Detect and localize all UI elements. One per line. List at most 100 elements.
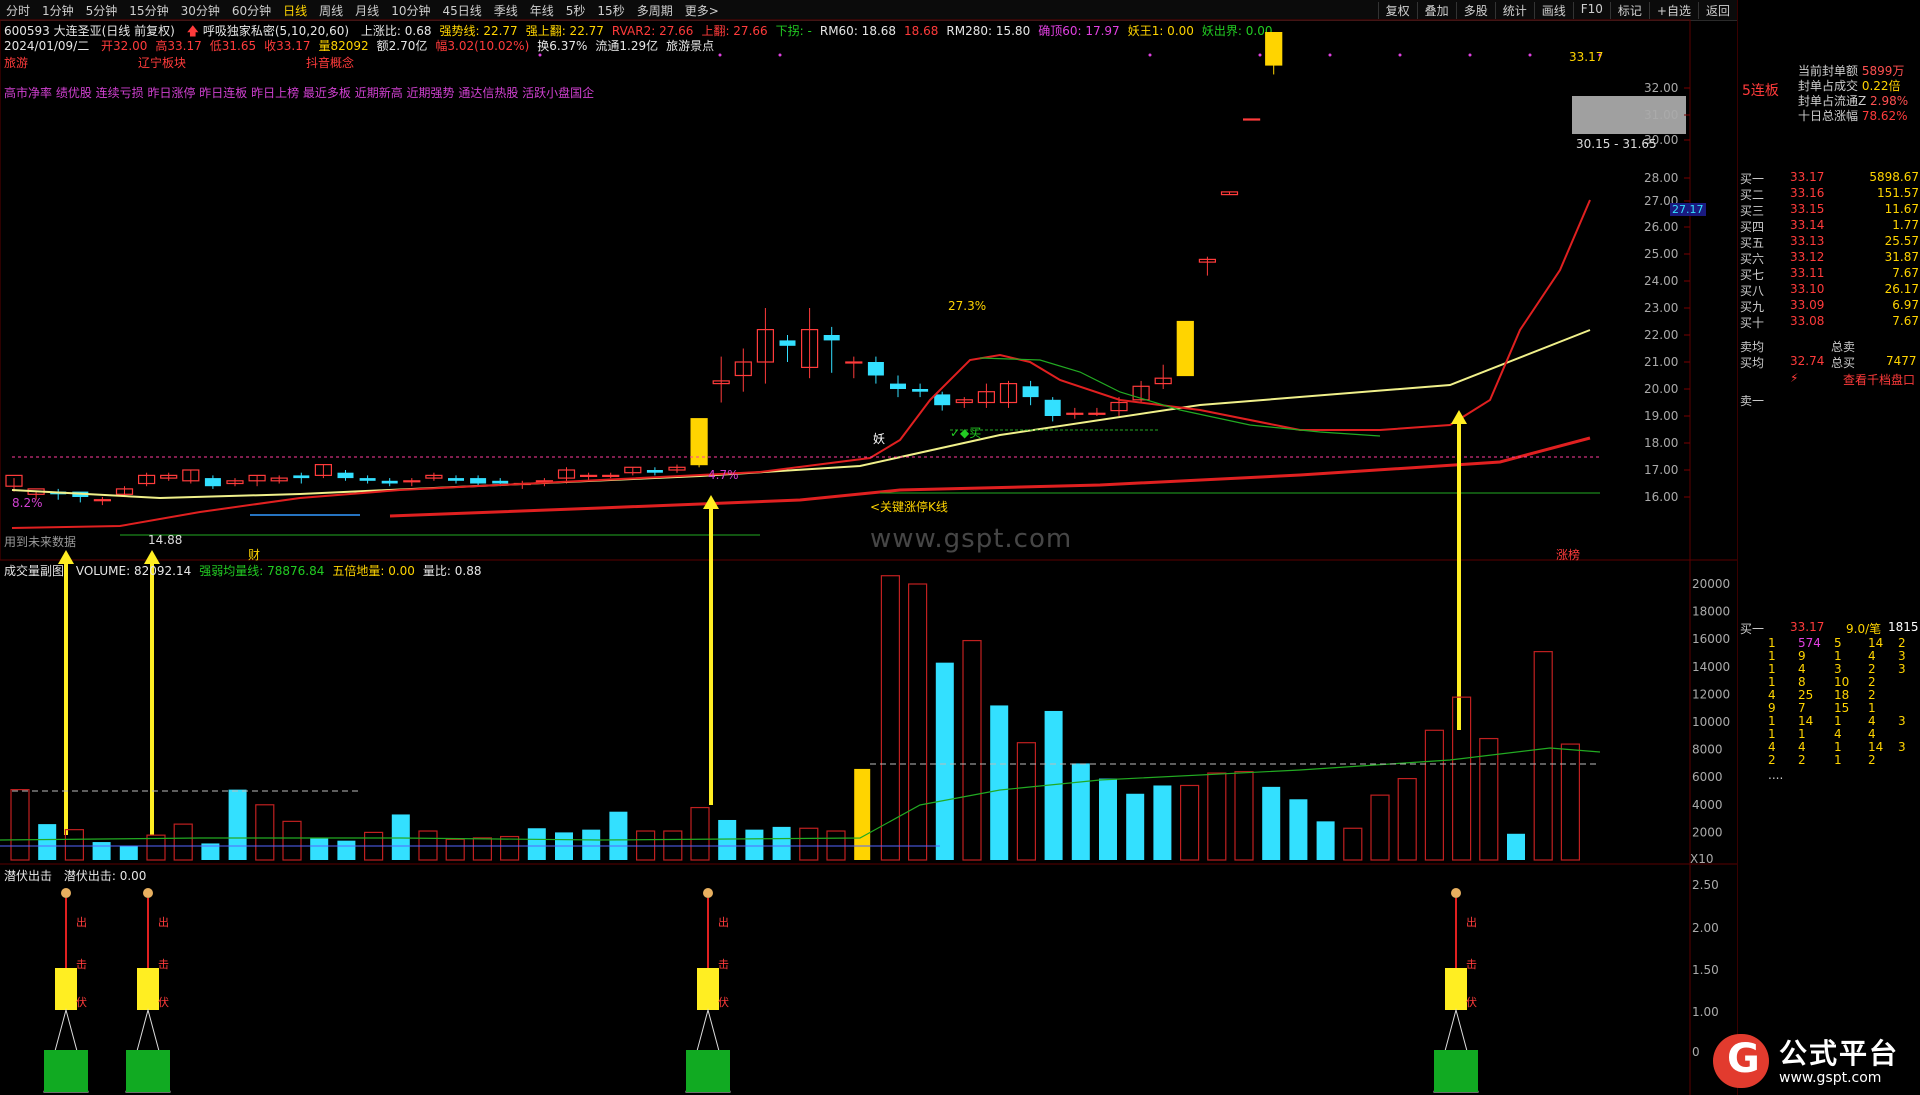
candle-body	[779, 340, 796, 346]
seal-info-value: 0.22倍	[1861, 79, 1901, 93]
volume-axis-label: 4000	[1692, 798, 1723, 812]
order-book-sidebar: 5连板 当前封单额 5899万 封单占成交 0.22倍 封单占流通Z 2.98% 十日…	[1737, 0, 1920, 1095]
order-price: 33.13	[1790, 234, 1825, 248]
queue-order-size: 14	[1798, 714, 1814, 728]
volume-bar	[609, 811, 628, 860]
order-volume: 6.97	[1892, 298, 1919, 312]
queue-order-size: 1	[1834, 649, 1842, 663]
buy-signal-note: ✓◆买	[950, 426, 982, 440]
queue-order-size: 1	[1768, 675, 1776, 689]
signal-axis-label: 1.00	[1692, 1005, 1719, 1019]
queue-order-size: 3	[1898, 740, 1906, 754]
queue-order-size: 4	[1868, 727, 1876, 741]
order-book-buy-row[interactable]: 买九 33.09 6.97	[1738, 298, 1920, 314]
candle-body	[1022, 386, 1039, 398]
volume-axis-label: 10000	[1692, 715, 1730, 729]
order-book-buy-row[interactable]: 买十 33.08 7.67	[1738, 314, 1920, 330]
order-volume: 25.57	[1884, 234, 1919, 248]
price-axis-label: 23.00	[1644, 301, 1678, 315]
volume-indicator-value: 量比: 0.88	[422, 564, 482, 578]
order-book-buy-row[interactable]: 买五 33.13 25.57	[1738, 234, 1920, 250]
volume-bar	[799, 827, 819, 861]
high-price-label: 33.17	[1569, 50, 1604, 64]
buy-avg-price: 32.74	[1790, 354, 1825, 368]
volume-indicator-value: VOLUME: 82092.14	[75, 564, 192, 578]
order-book-buy-row[interactable]: 买七 33.11 7.67	[1738, 266, 1920, 282]
order-volume: 7.67	[1892, 314, 1919, 328]
volume-axis-label: 16000	[1692, 632, 1730, 646]
queue-order-size: 1	[1768, 714, 1776, 728]
order-book-buy-row[interactable]: 买四 33.14 1.77	[1738, 218, 1920, 234]
candle-body	[1265, 31, 1283, 66]
signal-panel-title[interactable]: 潜伏出击	[4, 869, 52, 883]
queue-order-size: 15	[1834, 701, 1850, 715]
order-book-buy-row[interactable]: 买二 33.16 151.57	[1738, 186, 1920, 202]
order-volume: 31.87	[1884, 250, 1919, 264]
total-sell-label: 总卖	[1831, 340, 1856, 354]
order-level-label: 买七	[1740, 268, 1765, 282]
queue-order-size: 14	[1868, 740, 1884, 754]
queue-order-size: 1	[1768, 649, 1776, 663]
order-volume: 11.67	[1884, 202, 1919, 216]
order-level-label: 买二	[1740, 188, 1765, 202]
order-book-buy-row[interactable]: 买六 33.12 31.87	[1738, 250, 1920, 266]
order-volume: 5898.67	[1869, 170, 1919, 184]
volume-axis-label: 12000	[1692, 687, 1730, 701]
signal-mark-text: 伏	[76, 995, 87, 1009]
kline-chart[interactable]: 2000018000160001400012000100008000600040…	[0, 0, 1737, 1095]
order-price: 33.16	[1790, 186, 1825, 200]
order-level-label: 买九	[1740, 300, 1765, 314]
ma-red-long-line	[389, 436, 1591, 518]
volume-axis-label: 18000	[1692, 605, 1730, 619]
queue-header-volume: 1815	[1888, 620, 1919, 634]
order-book-buy-row[interactable]: 买八 33.10 26.17	[1738, 282, 1920, 298]
volume-indicator-value: 强弱均量线: 78876.84	[199, 564, 325, 578]
order-volume: 151.57	[1877, 186, 1919, 200]
signal-axis-label: 2.00	[1692, 921, 1719, 935]
volume-bar	[173, 823, 193, 861]
order-book-buy-row[interactable]: 买三 33.15 11.67	[1738, 202, 1920, 218]
board-count: 5连板	[1742, 83, 1779, 99]
queue-order-size: 10	[1834, 675, 1850, 689]
price-axis-label: 20.00	[1644, 382, 1678, 396]
view-full-depth-link[interactable]: 查看千档盘口	[1843, 371, 1915, 388]
volume-bar	[282, 820, 302, 861]
total-buy-value: 7477	[1886, 354, 1917, 368]
signal-mark-text: 伏	[1466, 995, 1477, 1009]
volume-bar	[255, 804, 275, 861]
queue-order-size: 2	[1768, 753, 1776, 767]
volume-bar	[1479, 737, 1499, 861]
order-price: 33.14	[1790, 218, 1825, 232]
candle-body	[1044, 399, 1061, 416]
order-book-buy-row[interactable]: 买一 33.17 5898.67	[1738, 170, 1920, 186]
queue-order-size: 14	[1868, 636, 1884, 650]
queue-order-size: 2	[1868, 675, 1876, 689]
queue-more: ....	[1768, 768, 1784, 782]
price-axis-label: 24.00	[1644, 274, 1678, 288]
order-price: 33.08	[1790, 314, 1825, 328]
volume-bar	[1424, 729, 1445, 861]
queue-order-size: 4	[1768, 688, 1776, 702]
candle-body	[690, 418, 708, 466]
queue-order-size: 3	[1898, 649, 1906, 663]
order-price: 33.09	[1790, 298, 1825, 312]
volume-bar	[718, 819, 737, 860]
volume-bar	[772, 826, 791, 860]
candle-body	[646, 470, 663, 473]
candle-body	[381, 480, 398, 484]
purple-marker	[1258, 53, 1262, 57]
queue-order-size: 3	[1898, 714, 1906, 728]
signal-green-block	[126, 1050, 170, 1092]
queue-order-size: 4	[1768, 740, 1776, 754]
seal-info-value: 2.98%	[1870, 94, 1909, 108]
queue-order-size: 8	[1798, 675, 1806, 689]
current-price-tag: 27.17	[1670, 203, 1706, 216]
volume-bar	[391, 814, 410, 860]
volume-bar	[472, 837, 492, 861]
lightning-icon: ⚡	[1790, 371, 1799, 385]
queue-header-label: 买一	[1740, 622, 1765, 636]
volume-bar	[1207, 772, 1227, 861]
volume-bar	[1179, 784, 1200, 861]
volume-bar	[1099, 778, 1117, 860]
volume-panel-title[interactable]: 成交量副图	[4, 564, 64, 578]
